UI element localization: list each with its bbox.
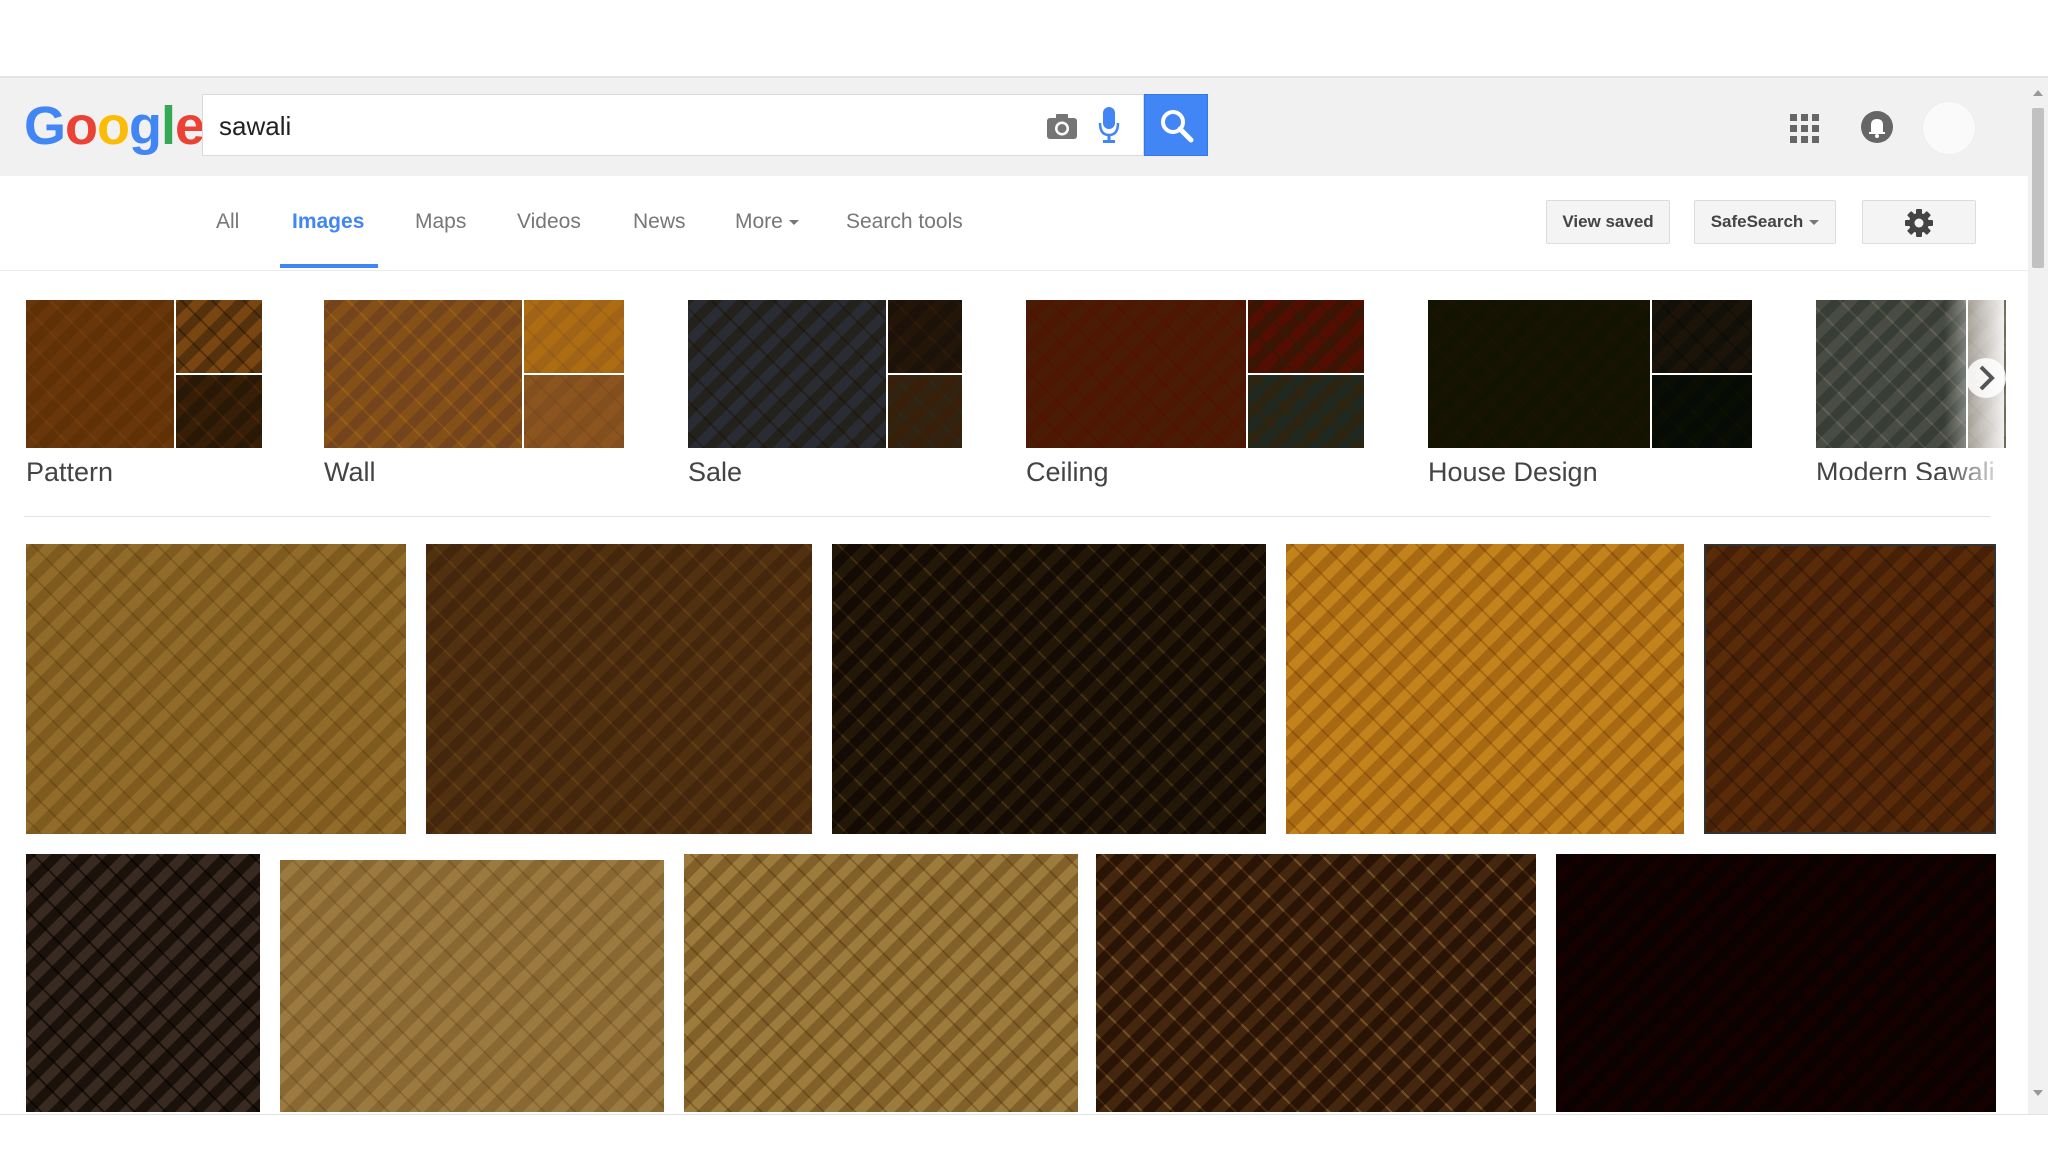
chip-thumbnails bbox=[1428, 300, 1752, 448]
logo-letter: o bbox=[97, 96, 130, 156]
search-tools-button[interactable]: Search tools bbox=[846, 210, 963, 234]
bottom-blank-band bbox=[0, 1114, 2048, 1153]
top-blank-band bbox=[0, 0, 2048, 78]
chip-thumbnail bbox=[524, 375, 624, 448]
chip-thumbnails bbox=[324, 300, 624, 448]
tabs-bar: All Images Maps Videos News More Search … bbox=[0, 176, 2028, 271]
chip-thumbnail bbox=[26, 300, 174, 448]
tab-all[interactable]: All bbox=[216, 210, 239, 234]
chip-thumbnails bbox=[26, 300, 262, 448]
google-logo[interactable]: Google bbox=[24, 96, 205, 156]
safesearch-button[interactable]: SafeSearch bbox=[1694, 200, 1836, 244]
scroll-up-arrow-icon[interactable] bbox=[2033, 90, 2043, 96]
chip-thumbnail bbox=[176, 300, 262, 373]
tab-maps[interactable]: Maps bbox=[415, 210, 466, 234]
image-result[interactable] bbox=[426, 544, 812, 834]
chips-next-button[interactable] bbox=[1966, 358, 2006, 398]
image-result[interactable] bbox=[26, 544, 406, 834]
chip-thumbnail bbox=[1248, 375, 1364, 448]
tab-more[interactable]: More bbox=[735, 210, 799, 234]
search-button[interactable] bbox=[1144, 94, 1208, 156]
logo-letter: o bbox=[65, 96, 98, 156]
chip-thumbnail bbox=[1652, 375, 1752, 448]
logo-letter: G bbox=[24, 96, 66, 156]
chip-thumbnail bbox=[176, 375, 262, 448]
related-chip-pattern[interactable]: Pattern bbox=[26, 300, 262, 487]
chip-thumbnails bbox=[1026, 300, 1364, 448]
image-result[interactable] bbox=[684, 854, 1078, 1112]
divider bbox=[24, 516, 1990, 517]
related-searches: Pattern Wall Sale Ceiling House Design M… bbox=[0, 270, 2028, 516]
chevron-right-icon bbox=[1979, 365, 1995, 391]
chip-label: Ceiling bbox=[1026, 457, 1109, 487]
tab-more-label: More bbox=[735, 210, 783, 233]
settings-button[interactable] bbox=[1862, 200, 1976, 244]
tab-images[interactable]: Images bbox=[292, 210, 364, 234]
scrollbar[interactable] bbox=[2028, 78, 2048, 1114]
related-chip-sale[interactable]: Sale bbox=[688, 300, 962, 487]
image-result[interactable] bbox=[1096, 854, 1536, 1112]
related-chip-ceiling[interactable]: Ceiling bbox=[1026, 300, 1364, 487]
microphone-icon[interactable] bbox=[1097, 105, 1121, 145]
logo-letter: l bbox=[161, 96, 176, 156]
image-result[interactable] bbox=[280, 860, 664, 1112]
search-box bbox=[202, 94, 1144, 156]
logo-letter: e bbox=[175, 96, 205, 156]
chip-label: House Design bbox=[1428, 457, 1598, 487]
notifications-icon[interactable] bbox=[1860, 110, 1894, 144]
view-saved-button[interactable]: View saved bbox=[1546, 200, 1670, 244]
chevron-down-icon bbox=[788, 219, 799, 225]
tab-news[interactable]: News bbox=[633, 210, 686, 234]
logo-letter: g bbox=[129, 96, 162, 156]
avatar[interactable] bbox=[1922, 101, 1976, 155]
scroll-down-arrow-icon[interactable] bbox=[2033, 1090, 2043, 1096]
chip-thumbnail bbox=[1428, 300, 1650, 448]
search-input[interactable] bbox=[217, 103, 1021, 149]
chip-thumbnail bbox=[888, 300, 962, 373]
header: Google bbox=[0, 78, 2028, 177]
camera-icon[interactable] bbox=[1045, 109, 1079, 143]
apps-grid-icon[interactable] bbox=[1790, 114, 1820, 144]
chip-thumbnail bbox=[688, 300, 886, 448]
chip-label: Sale bbox=[688, 457, 743, 487]
scrollbar-thumb[interactable] bbox=[2032, 108, 2044, 268]
image-result[interactable] bbox=[832, 544, 1266, 834]
image-result[interactable] bbox=[26, 854, 260, 1112]
chip-thumbnail bbox=[1652, 300, 1752, 373]
tab-videos[interactable]: Videos bbox=[517, 210, 581, 234]
image-result[interactable] bbox=[1704, 544, 1996, 834]
image-result[interactable] bbox=[1286, 544, 1684, 834]
image-result[interactable] bbox=[1556, 854, 1996, 1112]
related-chip-wall[interactable]: Wall bbox=[324, 300, 624, 487]
chip-thumbnails bbox=[688, 300, 962, 448]
chip-thumbnail bbox=[1248, 300, 1364, 373]
chip-thumbnail bbox=[888, 375, 962, 448]
gear-icon bbox=[1905, 209, 1933, 237]
chip-label: Pattern bbox=[26, 457, 114, 487]
chip-label: Wall bbox=[324, 457, 376, 487]
safesearch-label: SafeSearch bbox=[1710, 212, 1804, 231]
chip-thumbnail bbox=[324, 300, 522, 448]
chip-thumbnail bbox=[1026, 300, 1246, 448]
search-icon bbox=[1161, 110, 1194, 143]
chevron-down-icon bbox=[1809, 220, 1820, 226]
active-tab-indicator bbox=[280, 264, 378, 268]
related-chip-house-design[interactable]: House Design bbox=[1428, 300, 1752, 487]
chip-thumbnail bbox=[524, 300, 624, 373]
